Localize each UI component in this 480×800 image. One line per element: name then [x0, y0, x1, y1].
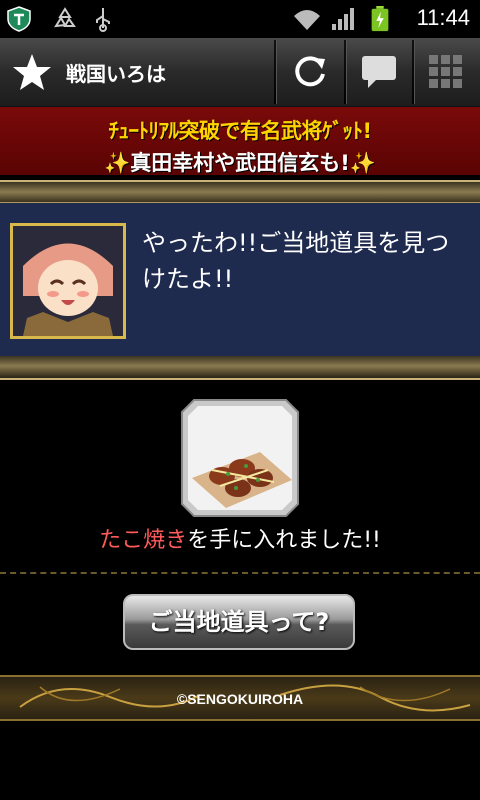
frame-border-bottom [0, 356, 480, 380]
app-title: 戦国いろは [66, 62, 166, 86]
dialog-frame: やったわ!!ご当地道具を見つけたよ!! [0, 180, 480, 380]
acquired-message: たこ焼きを手に入れました!! [0, 522, 480, 554]
shield-app-icon [7, 6, 31, 32]
character-avatar [10, 223, 126, 339]
star-icon[interactable] [12, 52, 52, 92]
what-are-local-items-button[interactable]: ご当地道具って? [123, 594, 355, 650]
item-name: たこ焼き [99, 528, 188, 553]
menu-grid-button[interactable] [414, 38, 480, 106]
banner-line-1: ﾁｭｰﾄﾘｱﾙ突破で有名武将ｹﾞｯﾄ! [108, 119, 372, 143]
recycle-icon [54, 7, 76, 28]
tutorial-banner[interactable]: ﾁｭｰﾄﾘｱﾙ突破で有名武将ｹﾞｯﾄ! ✨真田幸村や武田信玄も!✨ [0, 107, 480, 175]
character-portrait-icon [13, 226, 123, 336]
acquired-suffix: を手に入れました!! [187, 528, 381, 553]
signal-icon [332, 8, 354, 30]
chat-button[interactable] [346, 38, 414, 106]
wifi-icon [294, 10, 320, 30]
battery-charging-icon [371, 6, 389, 32]
dialog-message: やったわ!!ご当地道具を見つけたよ!! [142, 229, 450, 293]
banner-line-2-text: 真田幸村や武田信玄も! [130, 151, 350, 175]
copyright-text: ©SENGOKUIROHA [176, 691, 304, 707]
refresh-button[interactable] [276, 38, 344, 106]
sparkle-icon: ✨ [349, 151, 376, 175]
status-bar: 11:44 [0, 0, 480, 38]
refresh-icon [295, 56, 325, 87]
sparkle-icon: ✨ [104, 151, 131, 175]
chat-icon [362, 56, 396, 88]
takoyaki-icon [181, 399, 299, 517]
app-bar: 戦国いろは [0, 38, 480, 107]
clock: 11:44 [416, 5, 470, 30]
dashed-divider [0, 572, 480, 574]
banner-line-2: ✨真田幸村や武田信玄も!✨ [0, 147, 480, 177]
grid-menu-icon [429, 55, 462, 88]
frame-border-top [0, 180, 480, 204]
dialog-panel: やったわ!!ご当地道具を見つけたよ!! [0, 202, 480, 360]
item-icon-frame [180, 398, 300, 518]
usb-icon [96, 8, 110, 32]
